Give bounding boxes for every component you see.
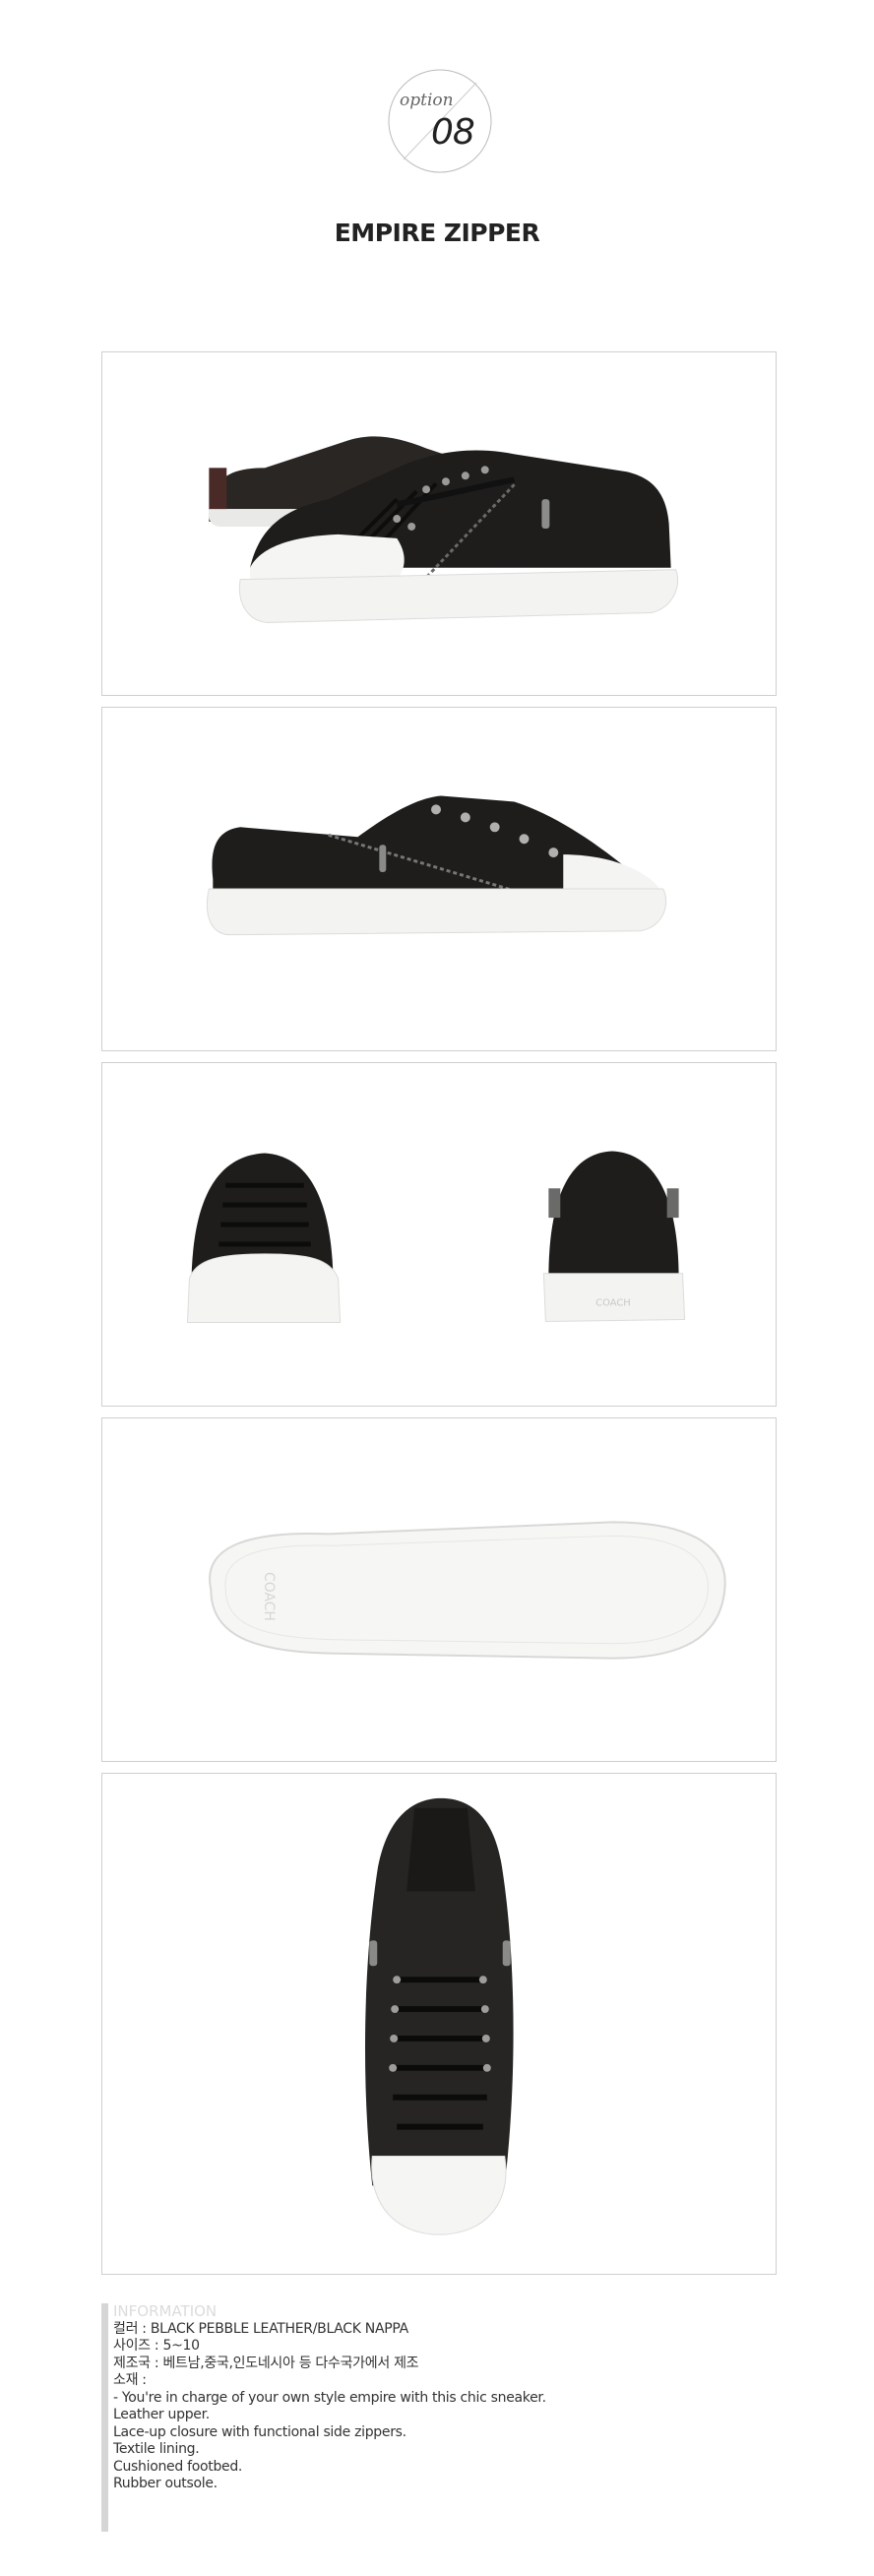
product-title: EMPIRE ZIPPER: [334, 219, 540, 247]
info-detail: Textile lining.: [113, 2441, 200, 2457]
product-photo-side: [101, 707, 777, 1051]
outsole-illustration: COACH: [209, 1521, 726, 1660]
info-origin: 제조국 : 베트남,중국,인도네시아 등 다수국가에서 제조: [113, 2355, 419, 2371]
info-material: 소재 :: [113, 2372, 147, 2388]
info-detail: Lace-up closure with functional side zip…: [113, 2423, 406, 2440]
product-photo-outsole: COACH: [101, 1417, 777, 1762]
pair-shoe-illustration: [208, 436, 679, 623]
product-photo-pair: [101, 351, 777, 696]
side-shoe-illustration: [206, 795, 667, 936]
top-shoe-illustration: [364, 1797, 514, 2235]
info-detail: Cushioned footbed.: [113, 2458, 243, 2475]
info-detail: - You're in charge of your own style emp…: [113, 2389, 546, 2406]
option-badge: option 08: [388, 69, 492, 173]
option-label: option: [400, 91, 454, 110]
heel-logo: COACH: [595, 1298, 631, 1309]
info-accent-bar: [101, 2303, 108, 2532]
info-content: INFORMATION 컬러 : BLACK PEBBLE LEATHER/BL…: [113, 2302, 546, 2493]
info-detail: Leather upper.: [113, 2407, 210, 2422]
sole-brand: COACH: [261, 1572, 277, 1621]
product-photo-top: [101, 1773, 777, 2275]
product-information: INFORMATION 컬러 : BLACK PEBBLE LEATHER/BL…: [101, 2302, 777, 2540]
info-color: 컬러 : BLACK PEBBLE LEATHER/BLACK NAPPA: [113, 2320, 408, 2337]
info-size: 사이즈 : 5~10: [113, 2338, 200, 2354]
info-detail: Rubber outsole.: [113, 2476, 218, 2491]
front-back-shoe-illustration: COACH: [186, 1151, 686, 1323]
product-photo-front-back: COACH: [101, 1062, 777, 1407]
info-heading: INFORMATION: [113, 2302, 218, 2320]
option-number: 08: [431, 112, 475, 153]
